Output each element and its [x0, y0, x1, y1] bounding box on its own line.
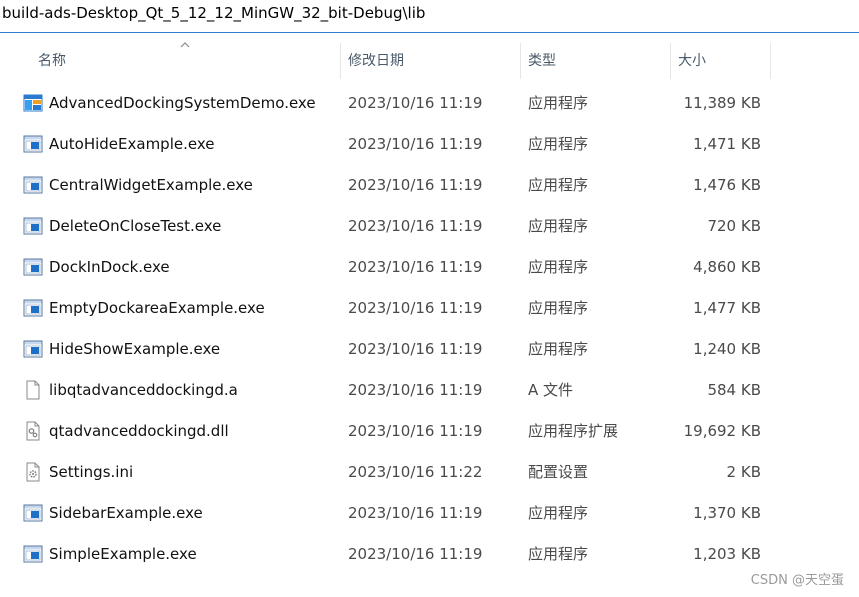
- file-row[interactable]: qtadvanceddockingd.dll 2023/10/16 11:19 应用…: [0, 411, 800, 452]
- file-name: DockInDock.exe: [49, 258, 170, 276]
- exe-icon: [23, 503, 43, 523]
- file-size: 1,203 KB: [693, 545, 761, 563]
- file-size: 720 KB: [707, 217, 761, 235]
- file-row[interactable]: DeleteOnCloseTest.exe 2023/10/16 11:19 应用程…: [0, 206, 800, 247]
- file-row[interactable]: DockInDock.exe 2023/10/16 11:19 应用程序 4,860 …: [0, 247, 800, 288]
- file-size: 2 KB: [726, 463, 761, 481]
- column-header-date[interactable]: 修改日期: [340, 43, 520, 79]
- dll-file-icon: [23, 421, 43, 441]
- file-name: SimpleExample.exe: [49, 545, 197, 563]
- file-type: 应用程序: [528, 258, 589, 276]
- file-name: EmptyDockareaExample.exe: [49, 299, 265, 317]
- file-modified-date: 2023/10/16 11:19: [348, 504, 483, 522]
- address-divider: [0, 32, 859, 33]
- file-modified-date: 2023/10/16 11:19: [348, 340, 483, 358]
- file-type: 配置设置: [528, 463, 589, 481]
- file-name: Settings.ini: [49, 463, 134, 481]
- column-header-type[interactable]: 类型: [520, 43, 670, 79]
- exe-icon: [23, 257, 43, 277]
- file-size: 1,370 KB: [693, 504, 761, 522]
- file-modified-date: 2023/10/16 11:19: [348, 176, 483, 194]
- file-type: 应用程序: [528, 94, 589, 112]
- app-logo-icon: [23, 93, 43, 113]
- ini-file-icon: [23, 462, 43, 482]
- address-path[interactable]: build-ads-Desktop_Qt_5_12_12_MinGW_32_bi…: [2, 0, 425, 30]
- exe-icon: [23, 134, 43, 154]
- file-type: 应用程序: [528, 217, 589, 235]
- exe-icon: [23, 216, 43, 236]
- file-name: libqtadvanceddockingd.a: [49, 381, 238, 399]
- file-type: 应用程序: [528, 176, 589, 194]
- file-size: 1,471 KB: [693, 135, 761, 153]
- exe-icon: [23, 339, 43, 359]
- file-modified-date: 2023/10/16 11:19: [348, 545, 483, 563]
- file-size: 11,389 KB: [683, 94, 761, 112]
- file-size: 1,240 KB: [693, 340, 761, 358]
- file-name: AdvancedDockingSystemDemo.exe: [49, 94, 316, 112]
- file-type: 应用程序扩展: [528, 422, 619, 440]
- file-row[interactable]: AdvancedDockingSystemDemo.exe 2023/10/16 …: [0, 83, 800, 124]
- column-divider[interactable]: [770, 43, 771, 79]
- file-name: AutoHideExample.exe: [49, 135, 215, 153]
- file-row[interactable]: SimpleExample.exe 2023/10/16 11:19 应用程序 1,2…: [0, 534, 800, 575]
- file-modified-date: 2023/10/16 11:19: [348, 94, 483, 112]
- file-modified-date: 2023/10/16 11:19: [348, 299, 483, 317]
- file-type: 应用程序: [528, 545, 589, 563]
- file-type: 应用程序: [528, 135, 589, 153]
- column-header-name[interactable]: 名称: [30, 43, 340, 79]
- exe-icon: [23, 298, 43, 318]
- file-row[interactable]: Settings.ini 2023/10/16 11:22 配置设置 2 KB: [0, 452, 800, 493]
- file-row[interactable]: CentralWidgetExample.exe 2023/10/16 11:19…: [0, 165, 800, 206]
- file-modified-date: 2023/10/16 11:19: [348, 422, 483, 440]
- file-modified-date: 2023/10/16 11:19: [348, 258, 483, 276]
- file-type: 应用程序: [528, 299, 589, 317]
- column-header-size[interactable]: 大小: [670, 43, 770, 79]
- file-name: HideShowExample.exe: [49, 340, 221, 358]
- file-type: 应用程序: [528, 340, 589, 358]
- file-row[interactable]: libqtadvanceddockingd.a 2023/10/16 11:19 A…: [0, 370, 800, 411]
- exe-icon: [23, 544, 43, 564]
- file-name: CentralWidgetExample.exe: [49, 176, 253, 194]
- file-row[interactable]: HideShowExample.exe 2023/10/16 11:19 应用程序 1…: [0, 329, 800, 370]
- file-size: 584 KB: [707, 381, 761, 399]
- file-type: 应用程序: [528, 504, 589, 522]
- column-header-row: 名称 修改日期 类型 大小: [0, 43, 859, 79]
- file-size: 4,860 KB: [693, 258, 761, 276]
- file-type: A 文件: [528, 381, 574, 399]
- file-row[interactable]: EmptyDockareaExample.exe 2023/10/16 11:19…: [0, 288, 800, 329]
- file-modified-date: 2023/10/16 11:19: [348, 381, 483, 399]
- file-size: 1,476 KB: [693, 176, 761, 194]
- file-name: SidebarExample.exe: [49, 504, 203, 522]
- file-row[interactable]: SidebarExample.exe 2023/10/16 11:19 应用程序 1,…: [0, 493, 800, 534]
- file-row[interactable]: AutoHideExample.exe 2023/10/16 11:19 应用程序 1…: [0, 124, 800, 165]
- exe-icon: [23, 175, 43, 195]
- blank-file-icon: [23, 380, 43, 400]
- file-name: DeleteOnCloseTest.exe: [49, 217, 222, 235]
- file-modified-date: 2023/10/16 11:19: [348, 217, 483, 235]
- file-modified-date: 2023/10/16 11:22: [348, 463, 483, 481]
- file-name: qtadvanceddockingd.dll: [49, 422, 229, 440]
- file-modified-date: 2023/10/16 11:19: [348, 135, 483, 153]
- watermark: CSDN @天空蛋: [750, 573, 844, 588]
- file-size: 19,692 KB: [683, 422, 761, 440]
- file-size: 1,477 KB: [693, 299, 761, 317]
